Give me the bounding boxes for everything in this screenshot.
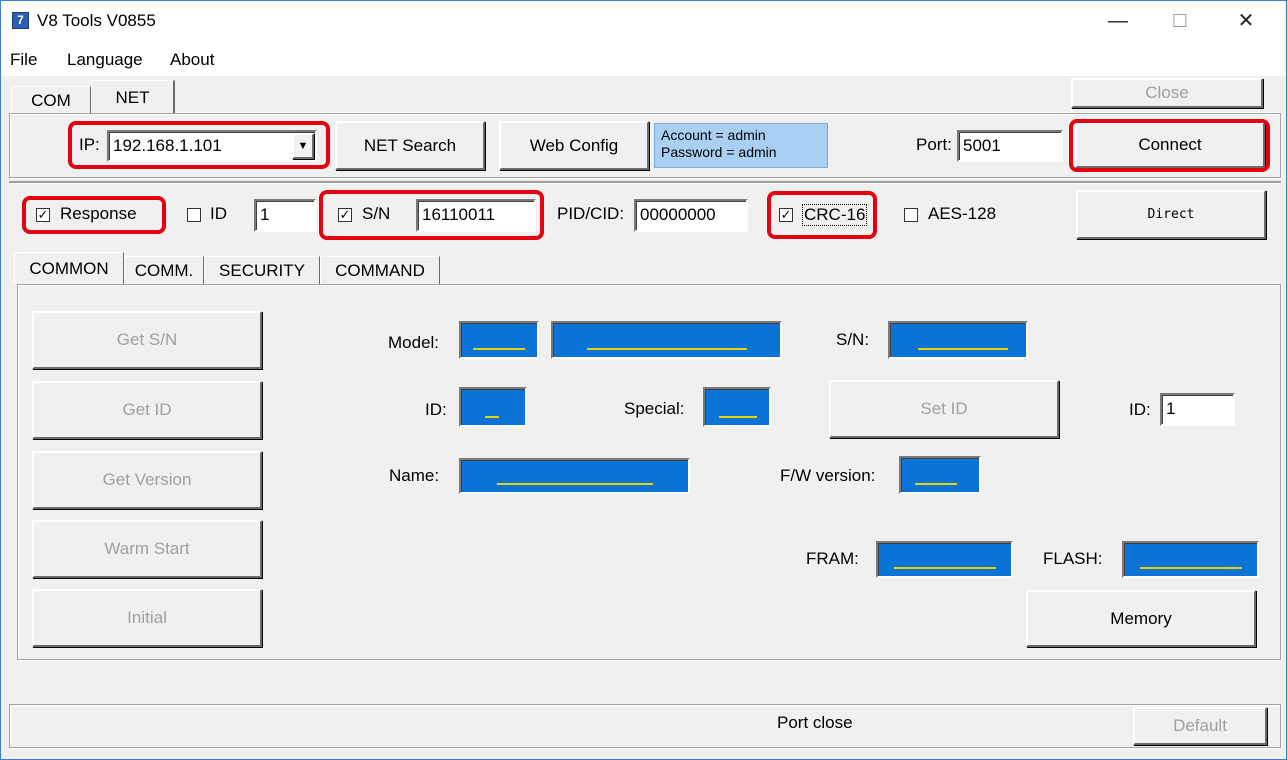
warm-start-button[interactable]: Warm Start [32, 520, 262, 578]
set-id-value: 1 [1166, 399, 1176, 418]
get-id-button[interactable]: Get ID [32, 381, 262, 439]
ip-highlight [68, 121, 330, 169]
model-field-1 [459, 321, 539, 359]
menu-file[interactable]: File [10, 50, 37, 70]
web-config-label: Web Config [529, 135, 619, 155]
pidcid-value: 00000000 [640, 205, 716, 224]
account-text: Account = admin [661, 127, 766, 143]
window-title: V8 Tools V0855 [37, 11, 156, 30]
id-option-input[interactable]: 1 [254, 199, 316, 232]
model-label: Model: [388, 333, 440, 352]
tab-comm[interactable]: COMM. [124, 256, 204, 284]
get-sn-label: Get S/N [116, 330, 178, 349]
sn-value-field [888, 321, 1028, 359]
initial-label: Initial [127, 608, 167, 627]
set-id-input[interactable]: 1 [1160, 393, 1235, 426]
menu-language[interactable]: Language [67, 50, 143, 70]
sn-highlight [319, 190, 544, 240]
id-option-label: ID [210, 204, 227, 223]
direct-button[interactable]: Direct [1076, 190, 1266, 239]
set-id-button[interactable]: Set ID [829, 380, 1059, 438]
port-label: Port: [916, 135, 952, 154]
tab-security[interactable]: SECURITY [204, 256, 320, 284]
status-bar [9, 704, 1281, 748]
fw-version-label: F/W version: [780, 466, 876, 485]
fw-version-field [899, 456, 981, 494]
account-info-box: Account = admin Password = admin [654, 123, 828, 168]
warm-start-label: Warm Start [104, 539, 190, 558]
memory-button[interactable]: Memory [1026, 590, 1256, 647]
get-version-button[interactable]: Get Version [32, 451, 262, 509]
default-button[interactable]: Default [1133, 707, 1267, 745]
tab-com[interactable]: COM [11, 86, 91, 114]
initial-button[interactable]: Initial [32, 589, 262, 647]
aes-label: AES-128 [928, 204, 997, 223]
function-tabs: COMMON COMM. SECURITY COMMAND [14, 252, 440, 284]
name-label: Name: [389, 466, 440, 485]
aes-checkbox[interactable] [904, 208, 918, 222]
direct-label: Direct [1147, 207, 1195, 222]
id-value-field [459, 387, 527, 427]
app-icon: 7 [12, 12, 29, 29]
sn-value-label: S/N: [836, 330, 870, 349]
password-text: Password = admin [661, 144, 777, 160]
get-sn-button[interactable]: Get S/N [32, 311, 262, 369]
set-id-label: Set ID [920, 399, 968, 418]
pidcid-input[interactable]: 00000000 [634, 199, 748, 232]
pidcid-label: PID/CID: [557, 204, 625, 223]
flash-field [1122, 541, 1259, 578]
close-port-button[interactable]: Close [1071, 78, 1263, 108]
id-option-value: 1 [260, 205, 270, 224]
tab-common[interactable]: COMMON [14, 252, 124, 284]
menu-about[interactable]: About [170, 50, 214, 70]
get-id-label: Get ID [122, 400, 172, 419]
close-port-label: Close [1145, 83, 1189, 102]
default-label: Default [1173, 716, 1227, 735]
id-value-label: ID: [425, 400, 447, 419]
tab-net[interactable]: NET [91, 80, 175, 114]
port-input[interactable]: 5001 [957, 130, 1063, 162]
memory-label: Memory [1110, 608, 1172, 628]
tab-command[interactable]: COMMAND [320, 256, 440, 284]
get-version-label: Get Version [102, 470, 192, 489]
fram-label: FRAM: [806, 549, 859, 568]
close-window-button[interactable]: ✕ [1218, 4, 1274, 38]
crc-highlight [767, 191, 877, 239]
web-config-button[interactable]: Web Config [499, 121, 649, 170]
port-value: 5001 [963, 136, 1001, 155]
special-field [703, 387, 771, 427]
net-search-button[interactable]: NET Search [335, 121, 485, 170]
maximize-button[interactable]: ☐ [1152, 4, 1208, 38]
fram-field [876, 541, 1013, 578]
flash-label: FLASH: [1043, 549, 1103, 568]
special-label: Special: [624, 399, 685, 418]
model-field-2 [551, 321, 782, 359]
options-separator [9, 181, 1281, 183]
set-id-field-label: ID: [1129, 400, 1151, 419]
minimize-button[interactable]: — [1090, 4, 1146, 38]
name-field [459, 458, 690, 494]
id-checkbox[interactable] [187, 208, 201, 222]
response-highlight [22, 196, 166, 234]
status-text: Port close [777, 713, 853, 732]
connect-highlight [1069, 119, 1270, 172]
net-search-label: NET Search [363, 135, 457, 155]
